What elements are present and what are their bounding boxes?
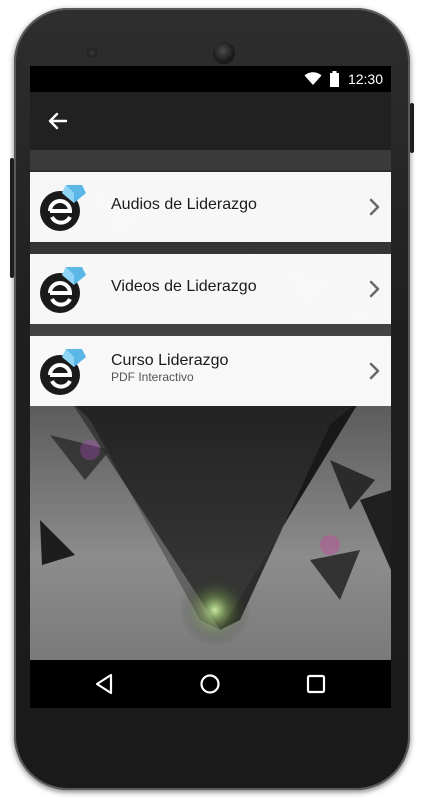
menu-item-title: Videos de Liderazgo bbox=[111, 278, 257, 295]
app-logo-icon bbox=[40, 267, 86, 313]
app-logo-icon bbox=[40, 349, 86, 395]
front-camera bbox=[87, 48, 97, 58]
recents-square-icon[interactable] bbox=[302, 670, 330, 698]
app-logo-icon bbox=[40, 185, 86, 231]
phone-side-button bbox=[10, 158, 14, 278]
menu-item-audios[interactable]: Audios de Liderazgo bbox=[30, 172, 391, 242]
status-time: 12:30 bbox=[347, 71, 383, 87]
menu-item-title: Curso Liderazgo bbox=[111, 352, 229, 369]
menu-item-subtitle: PDF Interactivo bbox=[111, 370, 194, 384]
back-triangle-icon[interactable] bbox=[91, 670, 119, 698]
app-bar bbox=[30, 92, 391, 150]
battery-icon bbox=[330, 71, 339, 87]
menu-item-videos[interactable]: Videos de Liderazgo bbox=[30, 254, 391, 324]
navigation-bar bbox=[30, 660, 391, 708]
arrow-left-icon[interactable] bbox=[44, 107, 72, 135]
chevron-right-icon bbox=[369, 198, 380, 216]
menu-item-curso[interactable]: Curso Liderazgo PDF Interactivo bbox=[30, 336, 391, 406]
phone-power-button bbox=[410, 103, 414, 153]
chevron-right-icon bbox=[369, 280, 380, 298]
screen: 12:30 Audios de Liderazgo Videos de Lide… bbox=[30, 66, 391, 708]
chevron-right-icon bbox=[369, 362, 380, 380]
menu-item-title: Audios de Liderazgo bbox=[111, 196, 257, 213]
status-icons bbox=[304, 70, 339, 88]
earpiece bbox=[213, 42, 235, 64]
status-bar: 12:30 bbox=[30, 66, 391, 92]
home-circle-icon[interactable] bbox=[196, 670, 224, 698]
wifi-icon bbox=[304, 72, 322, 85]
phone-frame: 12:30 Audios de Liderazgo Videos de Lide… bbox=[10, 8, 414, 790]
